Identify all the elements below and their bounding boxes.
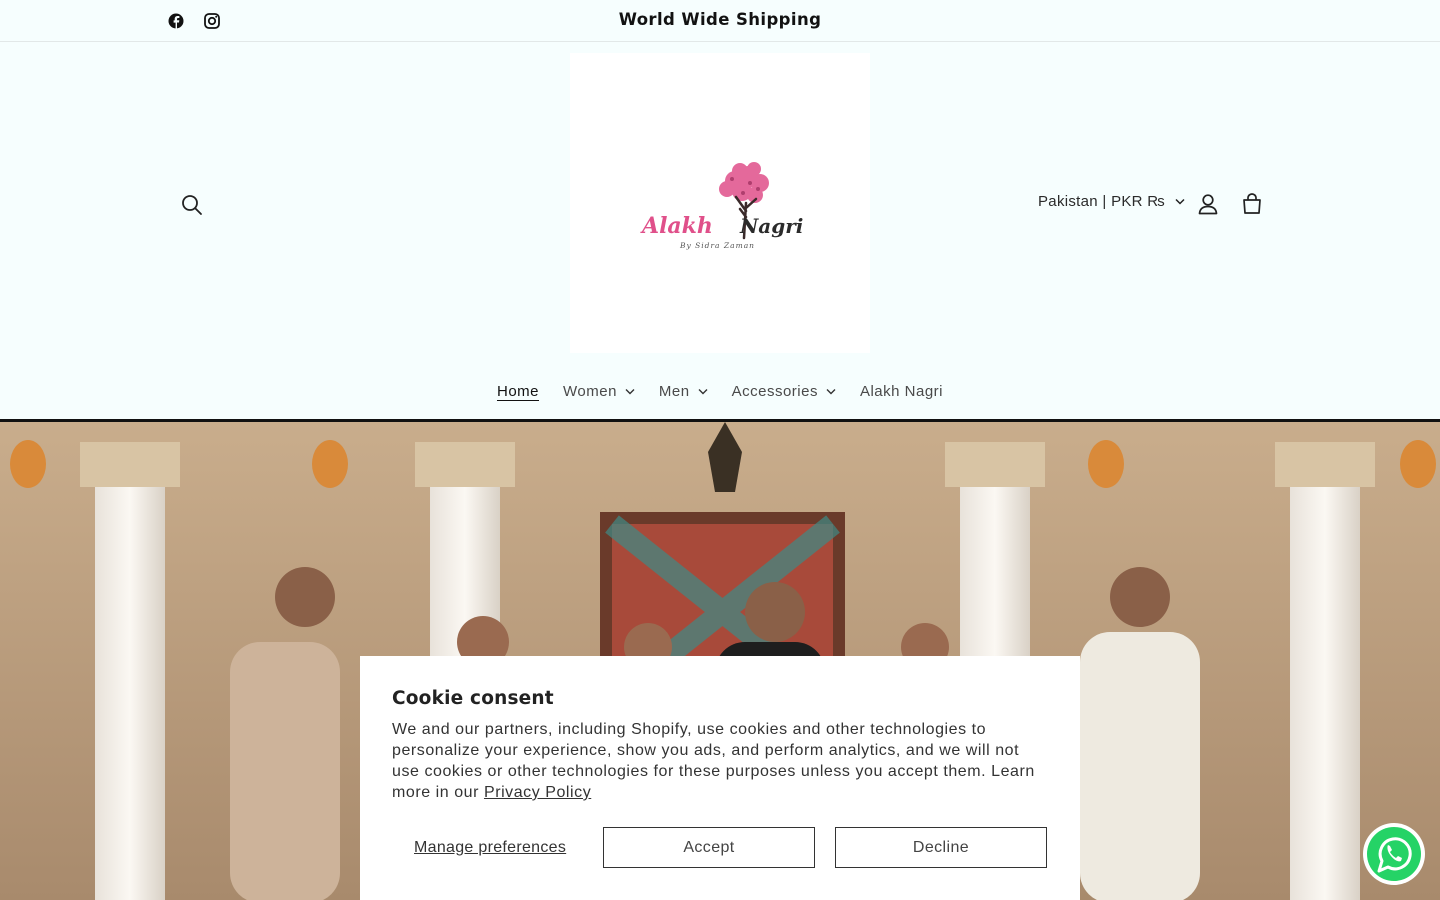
cookie-actions: Manage preferences Accept Decline <box>392 827 1048 869</box>
cart-icon[interactable] <box>1239 191 1265 217</box>
whatsapp-icon[interactable] <box>1361 821 1427 887</box>
nav-item-women[interactable]: Women <box>551 383 647 400</box>
logo-tagline: By Sidra Zaman <box>679 241 755 250</box>
nav-item-alakh-nagri[interactable]: Alakh Nagri <box>848 383 955 400</box>
nav-item-label: Home <box>496 383 539 400</box>
nav-item-label: Accessories <box>731 383 818 400</box>
nav-item-home[interactable]: Home <box>485 383 551 400</box>
chevron-down-icon <box>625 389 635 395</box>
accept-button[interactable]: Accept <box>603 827 815 868</box>
nav-item-accessories[interactable]: Accessories <box>720 383 848 400</box>
announcement-text: World Wide Shipping <box>618 10 822 29</box>
nav-item-label: Women <box>563 383 617 400</box>
cookie-body: We and our partners, including Shopify, … <box>392 719 1048 803</box>
chevron-down-icon <box>1175 198 1185 205</box>
logo[interactable]: Alakh Nagri By Sidra Zaman <box>570 53 870 353</box>
decline-button[interactable]: Decline <box>835 827 1047 868</box>
main-nav: Home Women Men Accessories Alakh Nagri <box>0 383 1440 400</box>
account-icon[interactable] <box>1195 191 1221 217</box>
cookie-title: Cookie consent <box>392 688 554 709</box>
cookie-consent-dialog: Cookie consent We and our partners, incl… <box>360 656 1080 900</box>
logo-brand-right: Nagri <box>739 214 803 238</box>
chevron-down-icon <box>826 389 836 395</box>
nav-item-men[interactable]: Men <box>647 383 720 400</box>
logo-image: Alakh Nagri By Sidra Zaman <box>640 162 803 250</box>
announcement-bar: World Wide Shipping <box>0 0 1440 42</box>
search-icon[interactable] <box>178 191 206 219</box>
site-header: Alakh Nagri By Sidra Zaman Pakistan | PK… <box>0 43 1440 419</box>
nav-item-label: Men <box>658 383 690 400</box>
privacy-policy-link[interactable]: Privacy Policy <box>484 784 591 801</box>
nav-item-label: Alakh Nagri <box>859 383 944 400</box>
manage-preferences-button[interactable]: Manage preferences <box>414 839 566 857</box>
chevron-down-icon <box>698 389 708 395</box>
logo-brand-left: Alakh <box>640 213 713 239</box>
country-selector-label: Pakistan | PKR ₨ <box>1038 193 1166 210</box>
country-selector[interactable]: Pakistan | PKR ₨ <box>1038 193 1185 210</box>
